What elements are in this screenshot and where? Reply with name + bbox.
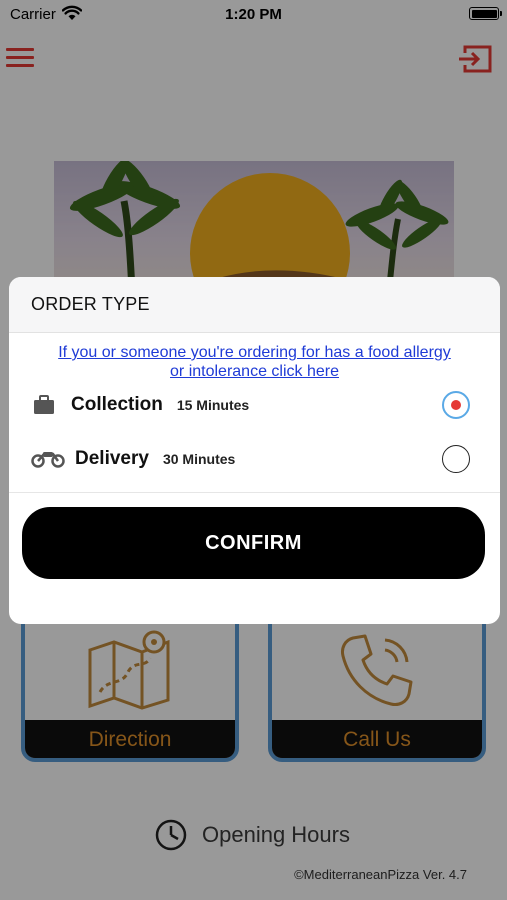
order-type-modal: ORDER TYPE If you or someone you're orde… <box>9 277 500 624</box>
delivery-radio[interactable] <box>442 445 470 473</box>
collection-time: 15 Minutes <box>176 397 250 413</box>
allergy-link-line1[interactable]: If you or someone you're ordering for ha… <box>9 343 500 362</box>
motorbike-icon <box>31 452 65 468</box>
allergy-link-line2[interactable]: or intolerance click here <box>9 362 500 381</box>
delivery-label: Delivery <box>75 448 149 469</box>
modal-header: ORDER TYPE <box>9 277 500 333</box>
delivery-option[interactable]: Delivery 30 Minutes <box>9 439 500 479</box>
briefcase-icon <box>34 395 54 414</box>
food-allergy-link[interactable]: If you or someone you're ordering for ha… <box>9 343 500 381</box>
collection-label: Collection <box>71 394 163 415</box>
collection-option[interactable]: Collection 15 Minutes <box>9 385 500 425</box>
modal-divider <box>9 492 500 493</box>
collection-radio[interactable] <box>442 391 470 419</box>
confirm-button[interactable]: CONFIRM <box>22 507 485 579</box>
modal-title: ORDER TYPE <box>31 294 150 314</box>
delivery-time: 30 Minutes <box>162 451 236 467</box>
